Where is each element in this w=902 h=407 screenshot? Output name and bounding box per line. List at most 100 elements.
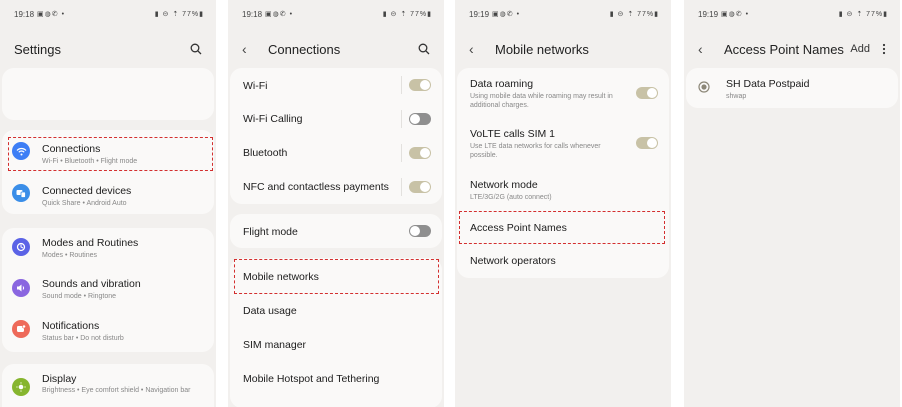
connections-item-flight-mode[interactable]: Flight mode xyxy=(230,214,442,248)
connections-item-nfc[interactable]: NFC and contactless payments xyxy=(230,170,442,204)
connections-item-bluetooth[interactable]: Bluetooth xyxy=(230,136,442,170)
settings-header: Settings xyxy=(14,38,202,60)
item-title: Sounds and vibration xyxy=(42,278,141,290)
status-system-icons: ▮ ⊝ ⇡ 77%▮ xyxy=(609,11,659,18)
settings-item-modes-routines[interactable]: Modes and Routines Modes • Routines xyxy=(2,228,214,269)
item-label: NFC and contactless payments xyxy=(243,181,389,193)
divider xyxy=(401,76,402,94)
modes-icon xyxy=(12,238,30,256)
item-title: Network mode xyxy=(470,179,538,191)
back-icon[interactable]: ‹ xyxy=(469,41,483,57)
connections-screen: 19:18 ▣◍✆ • ▮ ⊝ ⇡ 77%▮ ‹ Connections Wi-… xyxy=(228,0,444,407)
apn-list: SH Data Postpaid shwap xyxy=(686,68,898,108)
radio-selected-icon[interactable] xyxy=(698,81,710,93)
item-title: Modes and Routines xyxy=(42,237,139,249)
account-card[interactable] xyxy=(2,68,214,120)
settings-item-display[interactable]: Display Brightness • Eye comfort shield … xyxy=(2,364,214,407)
status-bar: 19:19 ▣◍✆ • ▮ ⊝ ⇡ 77%▮ xyxy=(469,8,659,20)
status-notification-icons: ▣◍✆ • xyxy=(492,11,521,18)
item-title: VoLTE calls SIM 1 xyxy=(470,128,556,140)
divider xyxy=(401,144,402,162)
highlight-access-point-names xyxy=(459,211,665,244)
status-bar: 19:18 ▣◍✆ • ▮ ⊝ ⇡ 77%▮ xyxy=(14,8,204,20)
volte-toggle[interactable] xyxy=(636,137,658,149)
settings-screen: 19:18 ▣◍✆ • ▮ ⊝ ⇡ 77%▮ Settings Connecti… xyxy=(0,0,216,407)
status-notification-icons: ▣◍✆ • xyxy=(721,11,750,18)
status-system-icons: ▮ ⊝ ⇡ 77%▮ xyxy=(154,11,204,18)
sound-icon xyxy=(12,279,30,297)
status-system-icons: ▮ ⊝ ⇡ 77%▮ xyxy=(382,11,432,18)
highlight-connections xyxy=(8,137,213,171)
divider xyxy=(401,110,402,128)
divider xyxy=(401,178,402,196)
mobile-item-data-roaming[interactable]: Data roaming Using mobile data while roa… xyxy=(457,68,669,118)
item-subtitle: Modes • Routines xyxy=(42,252,97,259)
connections-item-hotspot[interactable]: Mobile Hotspot and Tethering xyxy=(230,362,442,396)
item-title: Network operators xyxy=(470,255,556,267)
data-roaming-toggle[interactable] xyxy=(636,87,658,99)
add-button[interactable]: Add xyxy=(850,43,870,55)
settings-item-sounds-vibration[interactable]: Sounds and vibration Sound mode • Ringto… xyxy=(2,269,214,310)
status-time: 19:18 xyxy=(14,9,35,19)
item-title: Notifications xyxy=(42,320,100,332)
item-subtitle: Sound mode • Ringtone xyxy=(42,293,117,300)
nfc-toggle[interactable] xyxy=(409,181,431,193)
connections-item-data-usage[interactable]: Data usage xyxy=(230,294,442,328)
flight-mode-toggle[interactable] xyxy=(409,225,431,237)
connections-group-flight: Flight mode xyxy=(230,214,442,248)
mobile-networks-list: Data roaming Using mobile data while roa… xyxy=(457,68,669,278)
status-bar: 19:18 ▣◍✆ • ▮ ⊝ ⇡ 77%▮ xyxy=(242,8,432,20)
apn-screen: 19:19 ▣◍✆ • ▮ ⊝ ⇡ 77%▮ ‹ Access Point Na… xyxy=(684,0,900,407)
item-subtitle: Quick Share • Android Auto xyxy=(42,200,127,207)
settings-group-modes: Modes and Routines Modes • Routines Soun… xyxy=(2,228,214,352)
item-label: Data usage xyxy=(243,305,297,317)
connections-item-sim-manager[interactable]: SIM manager xyxy=(230,328,442,362)
page-title: Mobile networks xyxy=(495,41,589,57)
mobile-item-network-mode[interactable]: Network mode LTE/3G/2G (auto connect) xyxy=(457,168,669,210)
back-icon[interactable]: ‹ xyxy=(242,41,256,57)
connections-item-wifi-calling[interactable]: Wi-Fi Calling xyxy=(230,102,442,136)
status-system-icons: ▮ ⊝ ⇡ 77%▮ xyxy=(838,11,888,18)
page-title: Settings xyxy=(14,41,61,57)
apn-name: SH Data Postpaid xyxy=(726,78,810,90)
connections-item-wifi[interactable]: Wi-Fi xyxy=(230,68,442,102)
mobile-item-volte[interactable]: VoLTE calls SIM 1 Use LTE data networks … xyxy=(457,118,669,168)
mobile-networks-screen: 19:19 ▣◍✆ • ▮ ⊝ ⇡ 77%▮ ‹ Mobile networks… xyxy=(455,0,671,407)
connections-header: ‹ Connections xyxy=(242,38,430,60)
search-icon[interactable] xyxy=(190,43,202,55)
item-subtitle: Using mobile data while roaming may resu… xyxy=(470,93,613,109)
item-subtitle: Brightness • Eye comfort shield • Naviga… xyxy=(42,387,191,394)
status-time: 19:19 xyxy=(698,9,719,19)
settings-group-display: Display Brightness • Eye comfort shield … xyxy=(2,364,214,407)
highlight-mobile-networks xyxy=(234,259,439,294)
status-bar: 19:19 ▣◍✆ • ▮ ⊝ ⇡ 77%▮ xyxy=(698,8,888,20)
item-label: Wi-Fi xyxy=(243,80,268,92)
apn-item[interactable]: SH Data Postpaid shwap xyxy=(686,68,898,108)
page-title: Connections xyxy=(268,41,341,57)
wifi-toggle[interactable] xyxy=(409,79,431,91)
status-notification-icons: ▣◍✆ • xyxy=(37,11,66,18)
item-title: Display xyxy=(42,373,77,385)
settings-item-connected-devices[interactable]: Connected devices Quick Share • Android … xyxy=(2,172,214,214)
search-icon[interactable] xyxy=(418,43,430,55)
item-label: SIM manager xyxy=(243,339,307,351)
bluetooth-toggle[interactable] xyxy=(409,147,431,159)
item-title: Data roaming xyxy=(470,78,534,90)
wifi-calling-toggle[interactable] xyxy=(409,113,431,125)
mobile-networks-header: ‹ Mobile networks xyxy=(469,38,657,60)
apn-value: shwap xyxy=(726,93,747,100)
item-subtitle: Use LTE data networks for calls whenever… xyxy=(470,143,601,159)
settings-item-notifications[interactable]: Notifications Status bar • Do not distur… xyxy=(2,310,214,352)
status-notification-icons: ▣◍✆ • xyxy=(265,11,294,18)
item-label: Mobile Hotspot and Tethering xyxy=(243,373,380,385)
status-time: 19:18 xyxy=(242,9,263,19)
item-label: Wi-Fi Calling xyxy=(243,113,303,125)
display-icon xyxy=(12,378,30,396)
item-label: Bluetooth xyxy=(243,147,288,159)
more-vert-icon[interactable] xyxy=(882,43,886,55)
item-subtitle: LTE/3G/2G (auto connect) xyxy=(470,194,552,201)
mobile-item-network-operators[interactable]: Network operators xyxy=(457,244,669,278)
status-time: 19:19 xyxy=(469,9,490,19)
back-icon[interactable]: ‹ xyxy=(698,41,712,57)
item-subtitle: Status bar • Do not disturb xyxy=(42,335,124,342)
